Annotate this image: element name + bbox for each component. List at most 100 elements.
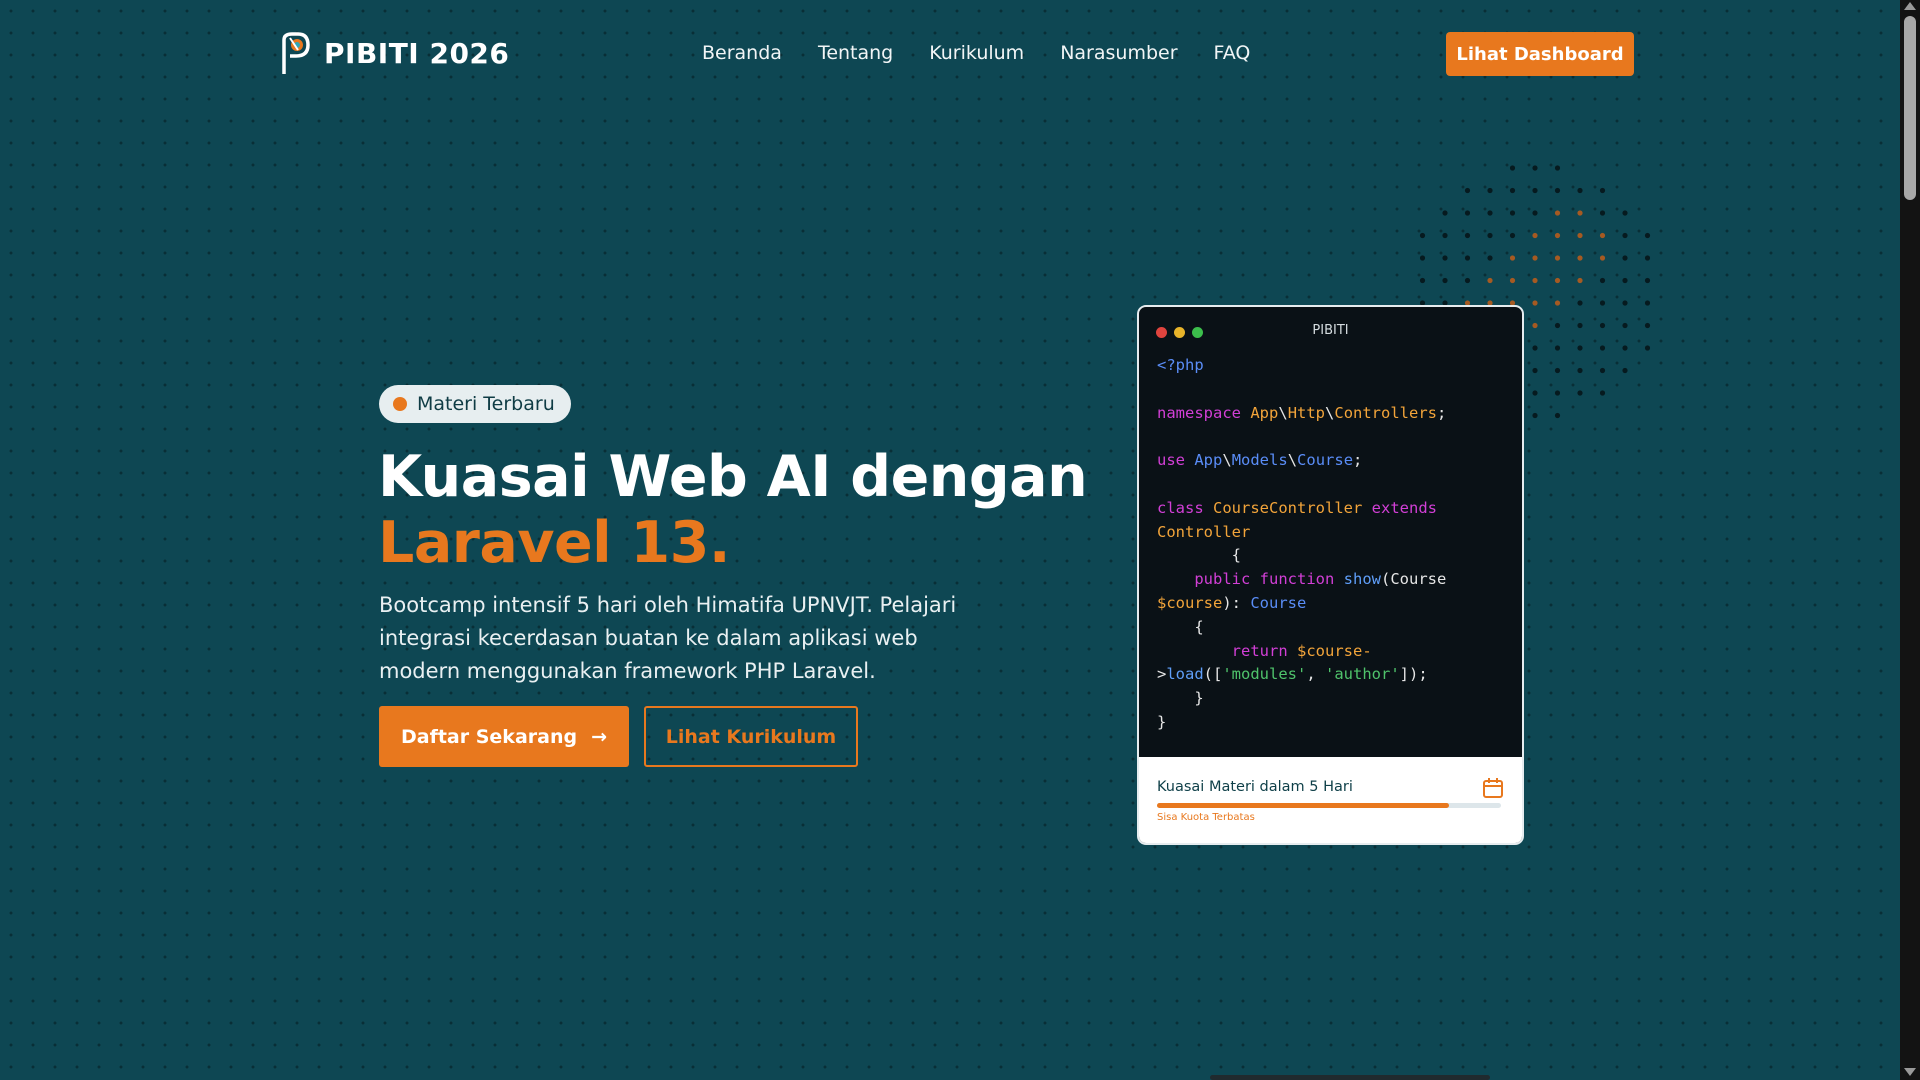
pibiti-logo-icon (282, 32, 310, 74)
view-curriculum-button[interactable]: Lihat Kurikulum (644, 706, 858, 767)
decor-dot (1554, 165, 1561, 171)
decor-dot (1554, 277, 1561, 284)
hero-title: Kuasai Web AI dengan Laravel 13. (378, 444, 1088, 576)
nav-link-kurikulum[interactable]: Kurikulum (929, 42, 1024, 64)
nav-link-beranda[interactable]: Beranda (702, 42, 782, 64)
decor-dot (1509, 232, 1516, 239)
badge-dot-icon (393, 397, 407, 411)
decor-dot (1554, 345, 1561, 351)
decor-dot (1644, 322, 1651, 329)
decor-dot (1577, 232, 1583, 239)
decor-dot (1532, 300, 1538, 306)
decor-dot (1532, 322, 1538, 329)
decor-dot (1577, 300, 1583, 306)
brand-title: PIBITI 2026 (324, 36, 510, 70)
progress-panel: Kuasai Materi dalam 5 Hari Sisa Kuota Te… (1139, 757, 1522, 843)
hero-description: Bootcamp intensif 5 hari oleh Himatifa U… (379, 593, 957, 683)
register-button-label: Daftar Sekarang (400, 725, 578, 748)
decor-dot (1532, 367, 1538, 374)
decor-dot (1464, 277, 1471, 284)
decor-dot (1622, 232, 1628, 239)
decor-dot (1532, 412, 1538, 419)
navbar: PIBITI 2026 Beranda Tentang Kurikulum Na… (0, 0, 1900, 108)
decor-dot (1509, 255, 1516, 261)
decor-dot (1599, 277, 1606, 284)
decor-dot (1509, 165, 1516, 171)
nav-link-narasumber[interactable]: Narasumber (1060, 42, 1177, 64)
nav-link-faq[interactable]: FAQ (1214, 42, 1251, 64)
decor-dot (1599, 322, 1606, 329)
decor-dot (1532, 165, 1538, 171)
decor-dot (1554, 367, 1561, 374)
scrollbar-thumb[interactable] (1904, 16, 1916, 200)
bottom-edge-element (1210, 1075, 1490, 1080)
hero-title-line1: Kuasai Web AI dengan (378, 444, 1088, 510)
decor-dot (1419, 232, 1426, 239)
decor-dot (1577, 367, 1583, 374)
decor-dot (1532, 232, 1538, 239)
code-block: <?php namespace App\Http\Controllers; us… (1157, 356, 1447, 731)
decor-dot (1464, 232, 1471, 239)
progress-bar-fill (1157, 803, 1450, 808)
decor-dot (1599, 300, 1606, 306)
decor-dot (1532, 345, 1538, 351)
scroll-up-icon[interactable] (1904, 2, 1916, 10)
decor-dot (1577, 322, 1583, 329)
decor-dot (1554, 232, 1561, 239)
decor-dot (1599, 390, 1606, 396)
decor-dot (1487, 232, 1493, 239)
decor-dot (1644, 232, 1651, 239)
decor-dot (1442, 210, 1448, 216)
scroll-down-icon[interactable] (1904, 1068, 1916, 1076)
decor-dot (1577, 187, 1583, 194)
decor-dot (1532, 277, 1538, 284)
decor-dot (1644, 345, 1651, 351)
brand[interactable]: PIBITI 2026 (276, 30, 509, 76)
scrollbar[interactable] (1900, 0, 1920, 1080)
badge-label: Materi Terbaru (417, 393, 555, 415)
decor-dot (1487, 277, 1493, 284)
nav-links: Beranda Tentang Kurikulum Narasumber FAQ (702, 42, 1250, 64)
decor-dot (1419, 255, 1426, 261)
decor-dot (1487, 187, 1493, 194)
decor-dot (1599, 367, 1606, 374)
decor-dot (1599, 345, 1606, 351)
decor-dot (1644, 277, 1651, 284)
status-badge: Materi Terbaru (379, 385, 571, 423)
decor-dot (1622, 277, 1628, 284)
decor-dot (1532, 210, 1538, 216)
decor-dot (1532, 187, 1538, 194)
window-title: PIBITI (1312, 323, 1349, 338)
nav-link-tentang[interactable]: Tentang (818, 42, 893, 64)
decor-dot (1554, 300, 1561, 306)
decor-dot (1532, 255, 1538, 261)
decor-dot (1554, 390, 1561, 396)
decor-dot (1554, 210, 1561, 216)
decor-dot (1554, 322, 1561, 329)
decor-dot (1644, 255, 1651, 261)
progress-subtitle: Sisa Kuota Terbatas (1157, 812, 1255, 823)
arrow-right-icon: → (591, 725, 607, 748)
decor-dot (1622, 367, 1628, 374)
calendar-icon (1483, 778, 1503, 798)
decor-dot (1464, 255, 1471, 261)
decor-dot (1599, 210, 1606, 216)
decor-dot (1509, 187, 1516, 194)
decor-dot (1622, 322, 1628, 329)
decor-dot (1599, 232, 1606, 239)
dashboard-button[interactable]: Lihat Dashboard (1446, 32, 1634, 76)
register-button[interactable]: Daftar Sekarang → (379, 706, 629, 767)
decor-dot (1577, 345, 1583, 351)
progress-bar (1157, 803, 1501, 808)
decor-dot (1509, 277, 1516, 284)
decor-dot (1554, 255, 1561, 261)
decor-dot (1487, 210, 1493, 216)
decor-dot (1554, 187, 1561, 194)
decor-dot (1622, 255, 1628, 261)
decor-dot (1509, 210, 1516, 216)
decor-dot (1622, 210, 1628, 216)
decor-dot (1599, 255, 1606, 261)
decor-dot (1644, 300, 1651, 306)
decor-dot (1419, 277, 1426, 284)
decor-dot (1577, 255, 1583, 261)
